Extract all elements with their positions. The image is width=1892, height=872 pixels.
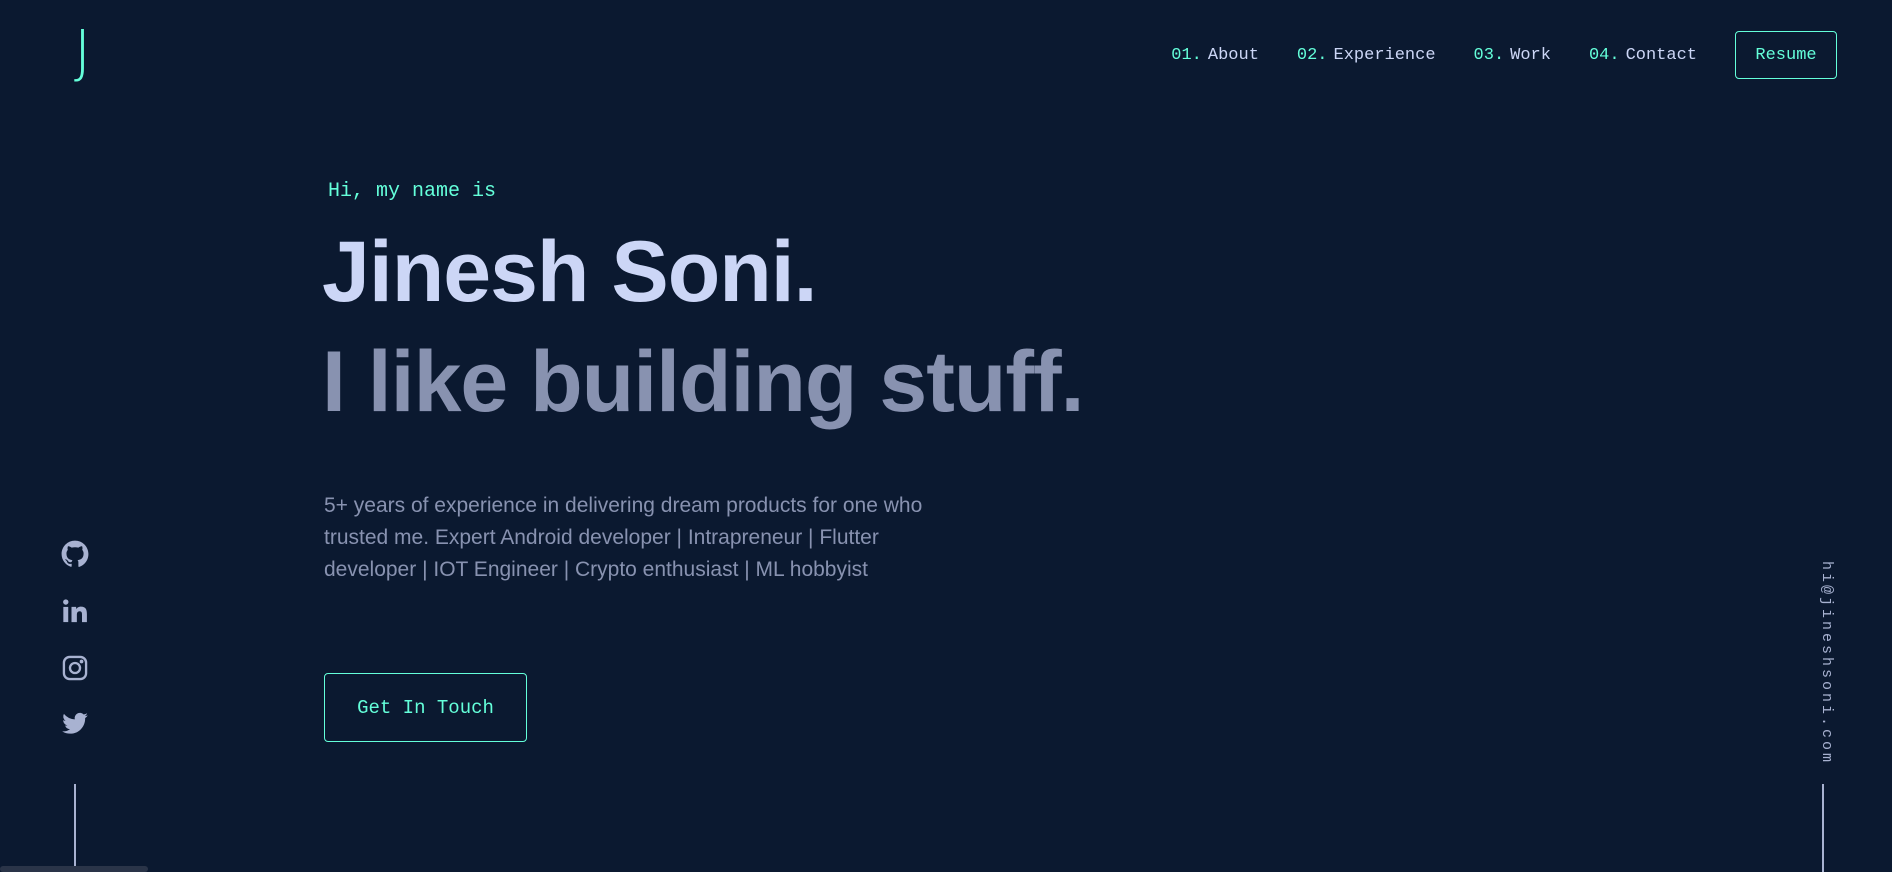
nav-item-work[interactable]: 03. Work (1474, 46, 1551, 65)
resume-button[interactable]: Resume (1735, 31, 1837, 79)
github-icon[interactable] (61, 540, 89, 568)
right-vertical-line (1822, 784, 1824, 872)
nav-item-label: Contact (1625, 45, 1697, 65)
left-vertical-line (74, 784, 76, 872)
hero-name: Jinesh Soni. (322, 224, 818, 320)
nav-item-number: 04. (1588, 45, 1620, 65)
nav-item-about[interactable]: 01. About (1171, 46, 1259, 65)
linkedin-icon[interactable] (61, 597, 89, 625)
top-navigation: 01. About 02. Experience 03. Work 04. Contac… (1171, 31, 1837, 79)
instagram-icon[interactable] (61, 654, 89, 682)
logo[interactable]: J (74, 22, 91, 80)
nav-item-number: 03. (1473, 45, 1505, 65)
hero-bio: 5+ years of experience in delivering dre… (324, 494, 923, 581)
horizontal-scrollbar[interactable] (0, 866, 148, 872)
hero-tagline: I like building stuff. (322, 334, 1085, 430)
nav-item-contact[interactable]: 04. Contact (1589, 46, 1697, 65)
nav-item-number: 01. (1171, 45, 1202, 65)
nav-item-label: About (1207, 45, 1259, 65)
nav-item-experience[interactable]: 02. Experience (1297, 46, 1436, 65)
nav-item-label: Experience (1333, 45, 1436, 65)
nav-item-number: 02. (1296, 45, 1328, 65)
email-link[interactable]: hi@jineshsoni.com (1811, 561, 1835, 765)
hero-intro: Hi, my name is (328, 180, 497, 203)
nav-item-label: Work (1510, 45, 1551, 65)
get-in-touch-button[interactable]: Get In Touch (324, 673, 527, 742)
twitter-icon[interactable] (61, 710, 89, 738)
